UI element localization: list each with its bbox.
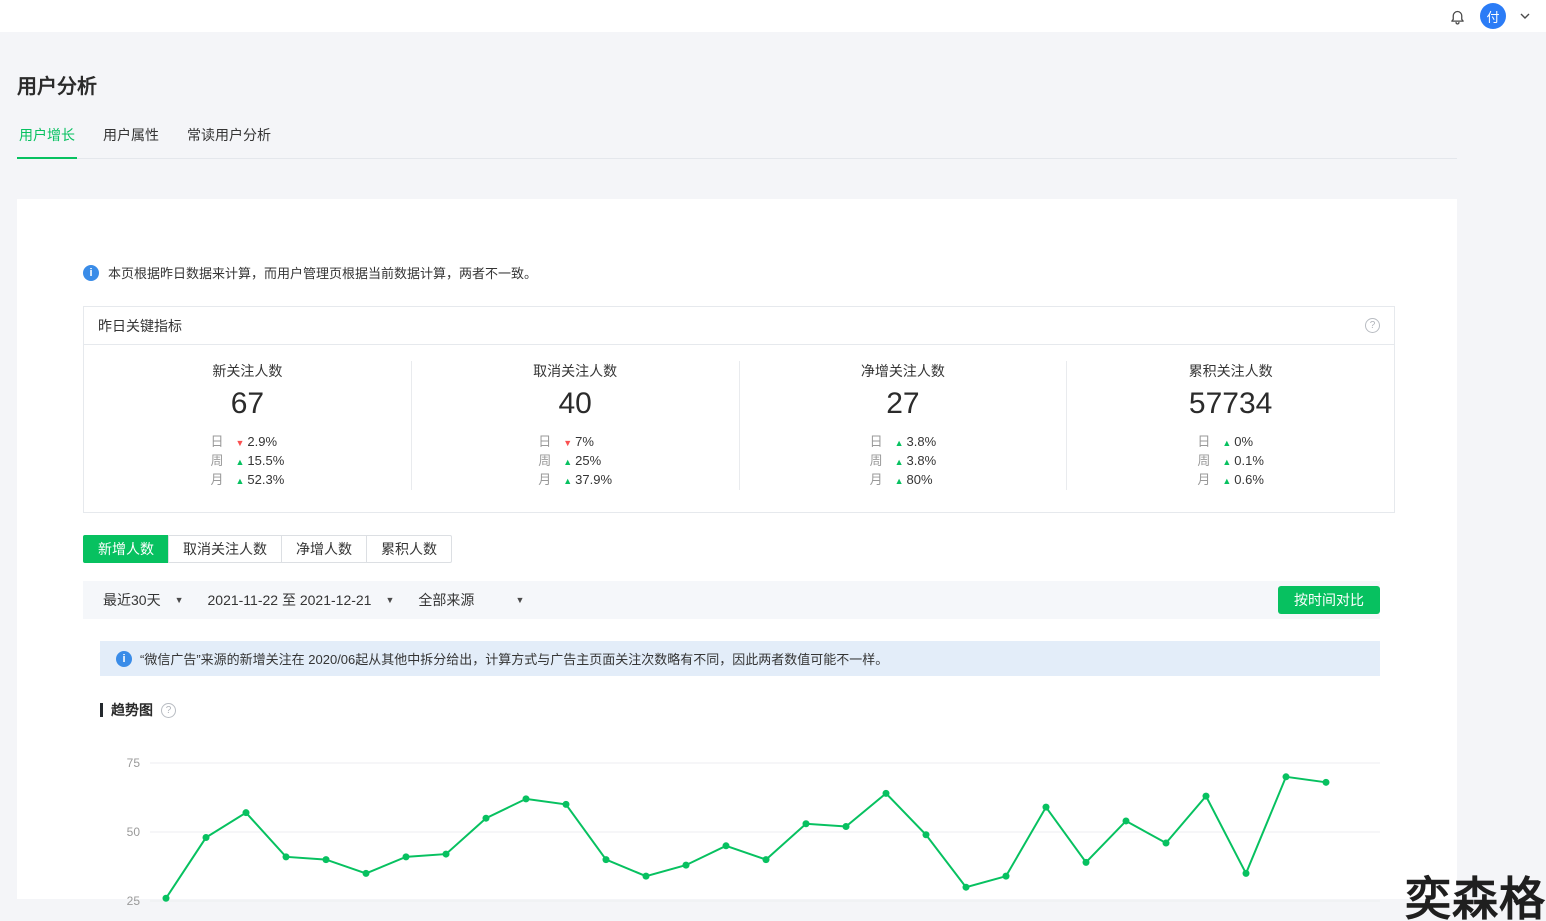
metric-trend-rows: 日 ▼7% 周 ▲25% 月 ▲37.9%	[538, 433, 612, 490]
wechat-ads-banner: i “微信广告”来源的新增关注在 2020/06起从其他中拆分给出，计算方式与广…	[100, 641, 1380, 676]
segment-new-followers[interactable]: 新增人数	[83, 535, 169, 563]
trend-line-chart: 25 50 75	[100, 734, 1385, 921]
page-notice: i 本页根据昨日数据来计算，而用户管理页根据当前数据计算，两者不一致。	[83, 263, 1395, 282]
metric-total-followers: 累积关注人数 57734 日▲0% 周▲0.1% 月▲0.6%	[1066, 361, 1394, 490]
svg-text:25: 25	[127, 894, 141, 908]
watermark: 奕森格	[1405, 863, 1546, 921]
tab-user-attributes[interactable]: 用户属性	[101, 125, 161, 158]
period-label: 日	[1197, 434, 1210, 449]
date-range-dropdown[interactable]: 2021-11-22 至 2021-12-21 ▼	[196, 590, 407, 610]
trend-pct: 80%	[907, 472, 933, 487]
period-label: 周	[210, 453, 223, 468]
metric-value: 57734	[1067, 387, 1394, 421]
up-arrow-icon: ▲	[235, 457, 244, 467]
key-metrics-header: 昨日关键指标 ?	[84, 307, 1394, 345]
info-icon: i	[116, 651, 132, 667]
topbar: 付	[0, 0, 1546, 32]
up-arrow-icon: ▲	[563, 476, 572, 486]
metric-value: 27	[740, 387, 1067, 421]
period-label: 周	[1197, 453, 1210, 468]
trend-pct: 2.9%	[247, 434, 277, 449]
banner-text: “微信广告”来源的新增关注在 2020/06起从其他中拆分给出，计算方式与广告主…	[140, 649, 888, 668]
up-arrow-icon: ▲	[895, 476, 904, 486]
period-label: 日	[538, 434, 551, 449]
compare-by-time-button[interactable]: 按时间对比	[1278, 586, 1380, 614]
trend-header: 趋势图 ?	[100, 700, 1395, 720]
trend-title: 趋势图	[111, 700, 153, 720]
segment-total[interactable]: 累积人数	[366, 535, 452, 563]
up-arrow-icon: ▲	[895, 438, 904, 448]
up-arrow-icon: ▲	[1222, 457, 1231, 467]
down-arrow-icon: ▼	[563, 438, 572, 448]
tab-user-growth[interactable]: 用户增长	[17, 125, 77, 159]
metric-new-followers: 新关注人数 67 日 ▼2.9% 周 ▲15.5% 月 ▲52.3%	[84, 361, 411, 490]
source-dropdown[interactable]: 全部来源 ▼	[406, 590, 536, 610]
date-preset-dropdown[interactable]: 最近30天 ▼	[91, 590, 196, 610]
period-label: 月	[210, 472, 223, 487]
metric-trend-rows: 日 ▼2.9% 周 ▲15.5% 月 ▲52.3%	[210, 433, 284, 490]
notification-bell-icon[interactable]	[1448, 7, 1466, 25]
period-label: 周	[870, 453, 883, 468]
metric-label: 取消关注人数	[412, 361, 739, 381]
source-value: 全部来源	[418, 590, 474, 610]
up-arrow-icon: ▲	[895, 457, 904, 467]
period-label: 月	[538, 472, 551, 487]
tab-bar: 用户增长 用户属性 常读用户分析	[17, 125, 1457, 159]
segment-net-growth[interactable]: 净增人数	[281, 535, 367, 563]
avatar[interactable]: 付	[1480, 3, 1506, 29]
down-arrow-icon: ▼	[235, 438, 244, 448]
svg-text:75: 75	[127, 756, 141, 770]
filter-bar: 最近30天 ▼ 2021-11-22 至 2021-12-21 ▼ 全部来源 ▼…	[83, 581, 1380, 619]
trend-pct: 52.3%	[247, 472, 284, 487]
trend-pct: 7%	[575, 434, 594, 449]
metric-value: 67	[84, 387, 411, 421]
metric-value: 40	[412, 387, 739, 421]
key-metrics-panel: 昨日关键指标 ? 新关注人数 67 日▼2.9% 周▲15.5% 月▲52.3%…	[83, 306, 1395, 513]
metric-trend-rows: 日▲0% 周▲0.1% 月▲0.6%	[1197, 433, 1264, 490]
page-title: 用户分析	[17, 70, 1546, 99]
up-arrow-icon: ▲	[1222, 438, 1231, 448]
trend-pct: 0.6%	[1234, 472, 1264, 487]
period-label: 日	[870, 434, 883, 449]
trend-pct: 25%	[575, 453, 601, 468]
metric-trend-rows: 日▲3.8% 周▲3.8% 月▲80%	[870, 433, 937, 490]
metric-unfollowers: 取消关注人数 40 日 ▼7% 周 ▲25% 月 ▲37.9%	[411, 361, 739, 490]
content-card: i 本页根据昨日数据来计算，而用户管理页根据当前数据计算，两者不一致。 昨日关键…	[17, 199, 1457, 899]
metric-label: 累积关注人数	[1067, 361, 1394, 381]
section-bar	[100, 703, 103, 717]
caret-down-icon: ▼	[515, 595, 524, 605]
trend-pct: 15.5%	[247, 453, 284, 468]
metric-label: 净增关注人数	[740, 361, 1067, 381]
key-metrics-title: 昨日关键指标	[98, 316, 182, 336]
tab-regular-readers[interactable]: 常读用户分析	[185, 125, 273, 158]
trend-pct: 0%	[1234, 434, 1253, 449]
help-icon[interactable]: ?	[1365, 318, 1380, 333]
page-notice-text: 本页根据昨日数据来计算，而用户管理页根据当前数据计算，两者不一致。	[108, 263, 537, 282]
trend-pct: 3.8%	[907, 453, 937, 468]
svg-text:50: 50	[127, 825, 141, 839]
trend-pct: 37.9%	[575, 472, 612, 487]
trend-pct: 3.8%	[907, 434, 937, 449]
chevron-down-icon[interactable]	[1520, 11, 1530, 21]
date-preset-value: 最近30天	[103, 590, 161, 610]
period-label: 月	[870, 472, 883, 487]
metric-segment-tabs: 新增人数 取消关注人数 净增人数 累积人数	[83, 535, 1395, 563]
up-arrow-icon: ▲	[235, 476, 244, 486]
info-icon: i	[83, 265, 99, 281]
up-arrow-icon: ▲	[1222, 476, 1231, 486]
trend-chart: 25 50 75	[100, 734, 1395, 921]
metric-label: 新关注人数	[84, 361, 411, 381]
date-range-value: 2021-11-22 至 2021-12-21	[208, 590, 372, 610]
trend-pct: 0.1%	[1234, 453, 1264, 468]
period-label: 周	[538, 453, 551, 468]
metric-net-growth: 净增关注人数 27 日▲3.8% 周▲3.8% 月▲80%	[739, 361, 1067, 490]
caret-down-icon: ▼	[175, 595, 184, 605]
up-arrow-icon: ▲	[563, 457, 572, 467]
period-label: 日	[210, 434, 223, 449]
caret-down-icon: ▼	[385, 595, 394, 605]
period-label: 月	[1197, 472, 1210, 487]
key-metrics-body: 新关注人数 67 日▼2.9% 周▲15.5% 月▲52.3% 取消关注人数 4…	[84, 345, 1394, 512]
segment-unfollowers[interactable]: 取消关注人数	[168, 535, 282, 563]
trend-help-icon[interactable]: ?	[161, 703, 176, 718]
